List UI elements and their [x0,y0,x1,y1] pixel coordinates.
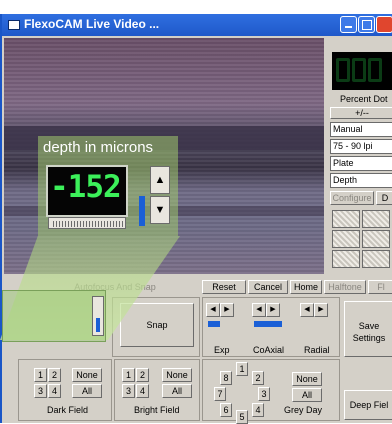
coaxial-level-bar [254,321,282,327]
dark-field-label: Dark Field [47,405,89,415]
grey-day-label: Grey Day [284,405,323,415]
dark-field-4-button[interactable]: 4 [48,384,61,398]
bright-field-all-button[interactable]: All [162,384,192,398]
deep-field-button[interactable]: Deep Fiel [344,390,392,420]
grey-day-4-button[interactable]: 4 [252,403,264,417]
grey-day-1-button[interactable]: 1 [236,362,248,376]
coaxial-left-arrow[interactable]: ◀ [252,303,266,317]
measure-select[interactable]: Depth [330,173,392,188]
dark-field-2-button[interactable]: 2 [48,368,61,382]
percent-dot-display [332,52,392,90]
dark-field-none-button[interactable]: None [72,368,102,382]
pattern-swatch[interactable] [362,230,390,248]
pattern-swatch[interactable] [332,210,360,228]
exp-left-arrow[interactable]: ◀ [206,303,220,317]
pattern-swatch[interactable] [362,250,390,268]
bright-field-1-button[interactable]: 1 [122,368,135,382]
mode-select[interactable]: Manual [330,122,392,137]
radial-right-arrow[interactable]: ▶ [314,303,328,317]
grey-day-5-button[interactable]: 5 [236,410,248,424]
next-button[interactable]: D [376,191,392,205]
grey-day-all-button[interactable]: All [292,388,322,402]
bright-field-none-button[interactable]: None [162,368,192,382]
lcd-digit [352,58,366,82]
exp-level-bar [208,321,220,327]
radial-label: Radial [304,345,330,355]
depth-down-button[interactable]: ▼ [150,196,170,224]
grey-day-8-button[interactable]: 8 [220,371,232,385]
exp-label: Exp [214,345,230,355]
radial-left-arrow[interactable]: ◀ [300,303,314,317]
plus-minus-button[interactable]: +/-- [330,107,392,119]
dark-field-3-button[interactable]: 3 [34,384,47,398]
depth-slider-scale [48,217,126,229]
dark-field-1-button[interactable]: 1 [34,368,47,382]
grey-day-2-button[interactable]: 2 [252,371,264,385]
save-settings-button[interactable]: Save Settings [344,301,392,357]
grey-day-6-button[interactable]: 6 [220,403,232,417]
depth-reading: -152 [50,169,122,205]
home-button[interactable]: Home [290,280,322,294]
pattern-swatch[interactable] [362,210,390,228]
pattern-swatch[interactable] [332,250,360,268]
bright-field-label: Bright Field [134,405,180,415]
lcd-digit [368,58,382,82]
grey-day-7-button[interactable]: 7 [214,387,226,401]
title-bar[interactable]: FlexoCAM Live Video ... [2,14,392,36]
reset-button[interactable]: Reset [202,280,246,294]
depth-lcd-display: -152 [46,165,128,217]
bright-field-3-button[interactable]: 3 [122,384,135,398]
app-icon [8,20,20,30]
grey-day-none-button[interactable]: None [292,372,322,386]
grey-day-3-button[interactable]: 3 [258,387,270,401]
configure-button[interactable]: Configure [330,191,374,205]
mini-level-bar [96,318,100,332]
cancel-button[interactable]: Cancel [248,280,288,294]
window-title: FlexoCAM Live Video ... [24,17,160,31]
material-select[interactable]: Plate [330,156,392,171]
tab-halftone[interactable]: Halftone [324,280,366,294]
maximize-button[interactable] [358,16,375,33]
minimize-button[interactable] [340,16,357,33]
coaxial-right-arrow[interactable]: ▶ [266,303,280,317]
close-button[interactable] [376,16,392,33]
save-settings-line2: Settings [352,333,386,343]
tab-fl[interactable]: Fl [368,280,392,294]
lcd-digit [336,58,350,82]
percent-dot-label: Percent Dot [340,94,388,104]
snap-button[interactable]: Snap [120,303,194,347]
pattern-swatch[interactable] [332,230,360,248]
coaxial-label: CoAxial [253,345,285,355]
exp-right-arrow[interactable]: ▶ [220,303,234,317]
dark-field-all-button[interactable]: All [72,384,102,398]
depth-callout-label: depth in microns [43,139,154,156]
bright-field-4-button[interactable]: 4 [136,384,149,398]
depth-level-bar [139,196,145,226]
depth-mini-display [2,290,106,342]
depth-up-button[interactable]: ▲ [150,166,170,194]
save-settings-line1: Save [358,321,380,331]
lpi-select[interactable]: 75 - 90 lpi [330,139,392,154]
bright-field-2-button[interactable]: 2 [136,368,149,382]
